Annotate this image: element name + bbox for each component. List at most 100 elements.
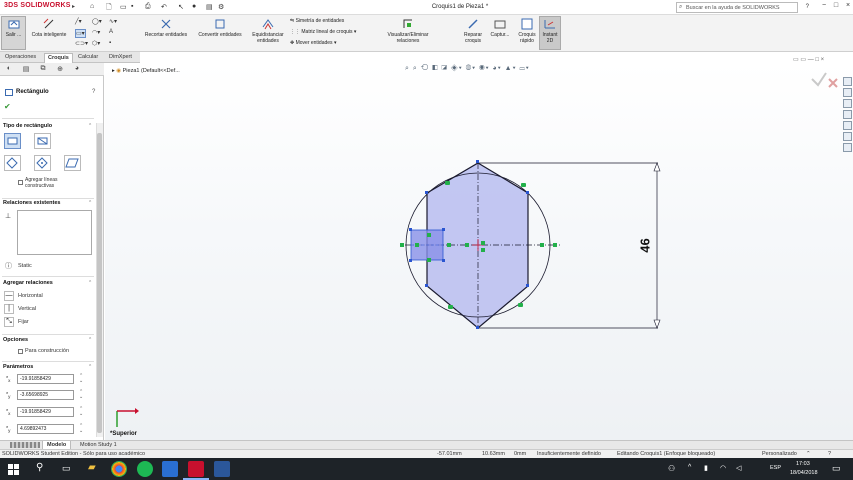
print-icon[interactable]: ⎙ [145, 3, 151, 11]
param-x2-input[interactable]: -19.91858429 [17, 407, 74, 417]
tab-croquis[interactable]: Croquis [44, 53, 73, 63]
center-rectangle-button[interactable] [34, 133, 51, 149]
edit-appearance-icon[interactable]: ◕▾ [493, 65, 502, 72]
dimxpert-manager-icon[interactable]: ⊕ [55, 65, 65, 74]
tab-motion-study[interactable]: Motion Study 1 [76, 441, 121, 449]
options-icon[interactable]: ⚙ [218, 3, 224, 11]
units-system[interactable]: Personalizado [762, 451, 797, 457]
view-orientation-icon[interactable]: ◈▾ [451, 65, 463, 72]
horizontal-relation-icon[interactable]: — [4, 291, 14, 301]
help-search-input[interactable]: ⌕ Buscar en la ayuda de SOLIDWORKS ? [676, 2, 809, 13]
design-library-icon[interactable] [843, 88, 852, 97]
forum-icon[interactable] [843, 143, 852, 152]
viewport-restore-icon[interactable]: ▭ [793, 57, 799, 63]
word-icon[interactable] [214, 461, 230, 477]
fix-relation-icon[interactable]: ⤡ [4, 317, 14, 327]
panel-help-icon[interactable]: ? [92, 89, 95, 95]
spin-stepper[interactable]: ⌃ ⌄ [79, 424, 83, 434]
capture-button[interactable]: Captur... [488, 17, 512, 38]
undo-icon[interactable]: ↶ [161, 3, 167, 11]
windows-start-icon[interactable] [8, 464, 19, 475]
clock-time[interactable]: 17:03 [796, 461, 810, 467]
param-x1-input[interactable]: -19.91858429 [17, 374, 74, 384]
for-construction-checkbox[interactable] [18, 349, 23, 354]
param-y1-input[interactable]: -3.65698925 [17, 390, 74, 400]
units-caret-icon[interactable]: ⌃ [806, 451, 811, 457]
collapse-caret-icon[interactable]: ⌃ [88, 123, 92, 129]
feature-tree-icon[interactable]: ◐ [4, 65, 14, 74]
volume-icon[interactable]: ◁ [736, 464, 741, 472]
clock-date[interactable]: 18/04/2018 [790, 470, 818, 476]
confirmation-corner[interactable] [810, 69, 840, 93]
mirror-entities-button[interactable]: ⇋ Simetría de entidades [290, 18, 344, 24]
network-icon[interactable]: ▮ [704, 464, 708, 472]
file-explorer-icon[interactable] [843, 99, 852, 108]
search-icon[interactable]: ⚲ [36, 462, 43, 473]
collapse-caret-icon[interactable]: ⌃ [88, 280, 92, 286]
zoom-area-icon[interactable]: ⌕ [413, 65, 418, 72]
previous-view-icon[interactable]: ⟲ [421, 65, 430, 72]
slot-tool-icon[interactable]: ⊂⊃▾ [75, 40, 88, 47]
notifications-icon[interactable]: ▭ [832, 463, 841, 474]
custom-properties-icon[interactable] [843, 132, 852, 141]
file-properties-icon[interactable]: ▤ [206, 3, 213, 11]
wifi-icon[interactable]: ◠ [720, 464, 726, 472]
help-icon[interactable]: ? [828, 451, 831, 457]
horizontal-relation-label[interactable]: Horizontal [18, 293, 43, 299]
display-relations-button[interactable]: Visualizar/Eliminar relaciones [380, 17, 436, 44]
hide-show-icon[interactable]: ◉▾ [479, 65, 489, 72]
spin-stepper[interactable]: ⌃ ⌄ [79, 390, 83, 400]
instant2d-button[interactable]: Instant 2D [539, 16, 561, 50]
solidworks-taskbar-icon[interactable] [188, 461, 204, 477]
text-tool-icon[interactable]: A [109, 29, 113, 35]
viewport-close-icon[interactable]: × [821, 57, 825, 63]
spin-stepper[interactable]: ⌃ ⌄ [79, 407, 83, 417]
section-view-icon[interactable]: ◧ [432, 65, 438, 72]
tab-calcular[interactable]: Calcular [75, 53, 101, 63]
polygon-tool-icon[interactable]: ⬡▾ [92, 40, 100, 47]
configuration-manager-icon[interactable]: ⧉ [38, 65, 48, 74]
expand-arrow-icon[interactable]: ▸ [112, 68, 115, 74]
circle-tool-icon[interactable]: ◯▾ [92, 18, 102, 25]
tab-dimxpert[interactable]: DimXpert [106, 53, 135, 63]
solidworks-logo[interactable]: 3DS SOLIDWORKS [4, 2, 71, 9]
param-y2-input[interactable]: 4.69892473 [17, 424, 74, 434]
zoom-to-fit-icon[interactable]: ⌕ [405, 65, 410, 72]
vertical-relation-icon[interactable]: | [4, 304, 14, 314]
file-explorer-icon[interactable]: ▰ [88, 462, 96, 473]
open-icon[interactable]: ▭ [120, 3, 127, 11]
viewport-maximize-icon[interactable]: □ [815, 57, 819, 63]
view-palette-icon[interactable] [843, 110, 852, 119]
convert-entities-button[interactable]: Convertir entidades [194, 17, 246, 38]
apply-scene-icon[interactable]: ▲▾ [505, 65, 517, 72]
display-manager-icon[interactable]: ◕ [72, 65, 82, 74]
task-view-icon[interactable]: ▭ [62, 463, 71, 474]
panel-scrollbar-thumb[interactable] [97, 133, 102, 433]
linear-pattern-button[interactable]: ⋮⋮ Matriz lineal de croquis ▾ [290, 29, 356, 35]
3point-corner-rectangle-button[interactable] [4, 155, 21, 171]
spin-stepper[interactable]: ⌃ ⌄ [79, 374, 83, 384]
arc-tool-icon[interactable]: ◠▾ [92, 29, 100, 36]
people-icon[interactable]: ⚇ [668, 464, 675, 473]
select-icon[interactable]: ↖ [178, 3, 184, 11]
offset-entities-button[interactable]: Equidistanciar entidades [248, 17, 288, 44]
3point-center-rectangle-button[interactable] [34, 155, 51, 171]
ok-check-icon[interactable]: ✔ [4, 102, 11, 111]
feature-tree-flyout[interactable]: ▸ ◉ Pieza1 (Default<<Def... [112, 68, 180, 74]
tray-expand-icon[interactable]: ^ [688, 464, 691, 471]
viewport-tile-icon[interactable]: ▭ [800, 57, 806, 63]
exit-sketch-button[interactable]: Salir ... [1, 16, 26, 50]
tab-operaciones[interactable]: Operaciones [2, 53, 39, 63]
fix-relation-label[interactable]: Fijar [18, 319, 29, 325]
collapse-caret-icon[interactable]: ⌃ [88, 337, 92, 343]
view-settings-icon[interactable]: ▭▾ [519, 65, 529, 72]
rectangle-tool-icon[interactable]: ▭▾ [75, 29, 86, 38]
minimize-button[interactable]: − [818, 2, 830, 12]
dimension-value[interactable]: 46 [638, 238, 653, 252]
collapse-caret-icon[interactable]: ⌃ [88, 200, 92, 206]
spotify-icon[interactable] [137, 461, 153, 477]
help-icon[interactable]: ? [806, 4, 809, 10]
appearances-icon[interactable] [843, 121, 852, 130]
home-icon[interactable]: ⌂ [90, 3, 94, 10]
chrome-icon[interactable] [111, 461, 127, 477]
